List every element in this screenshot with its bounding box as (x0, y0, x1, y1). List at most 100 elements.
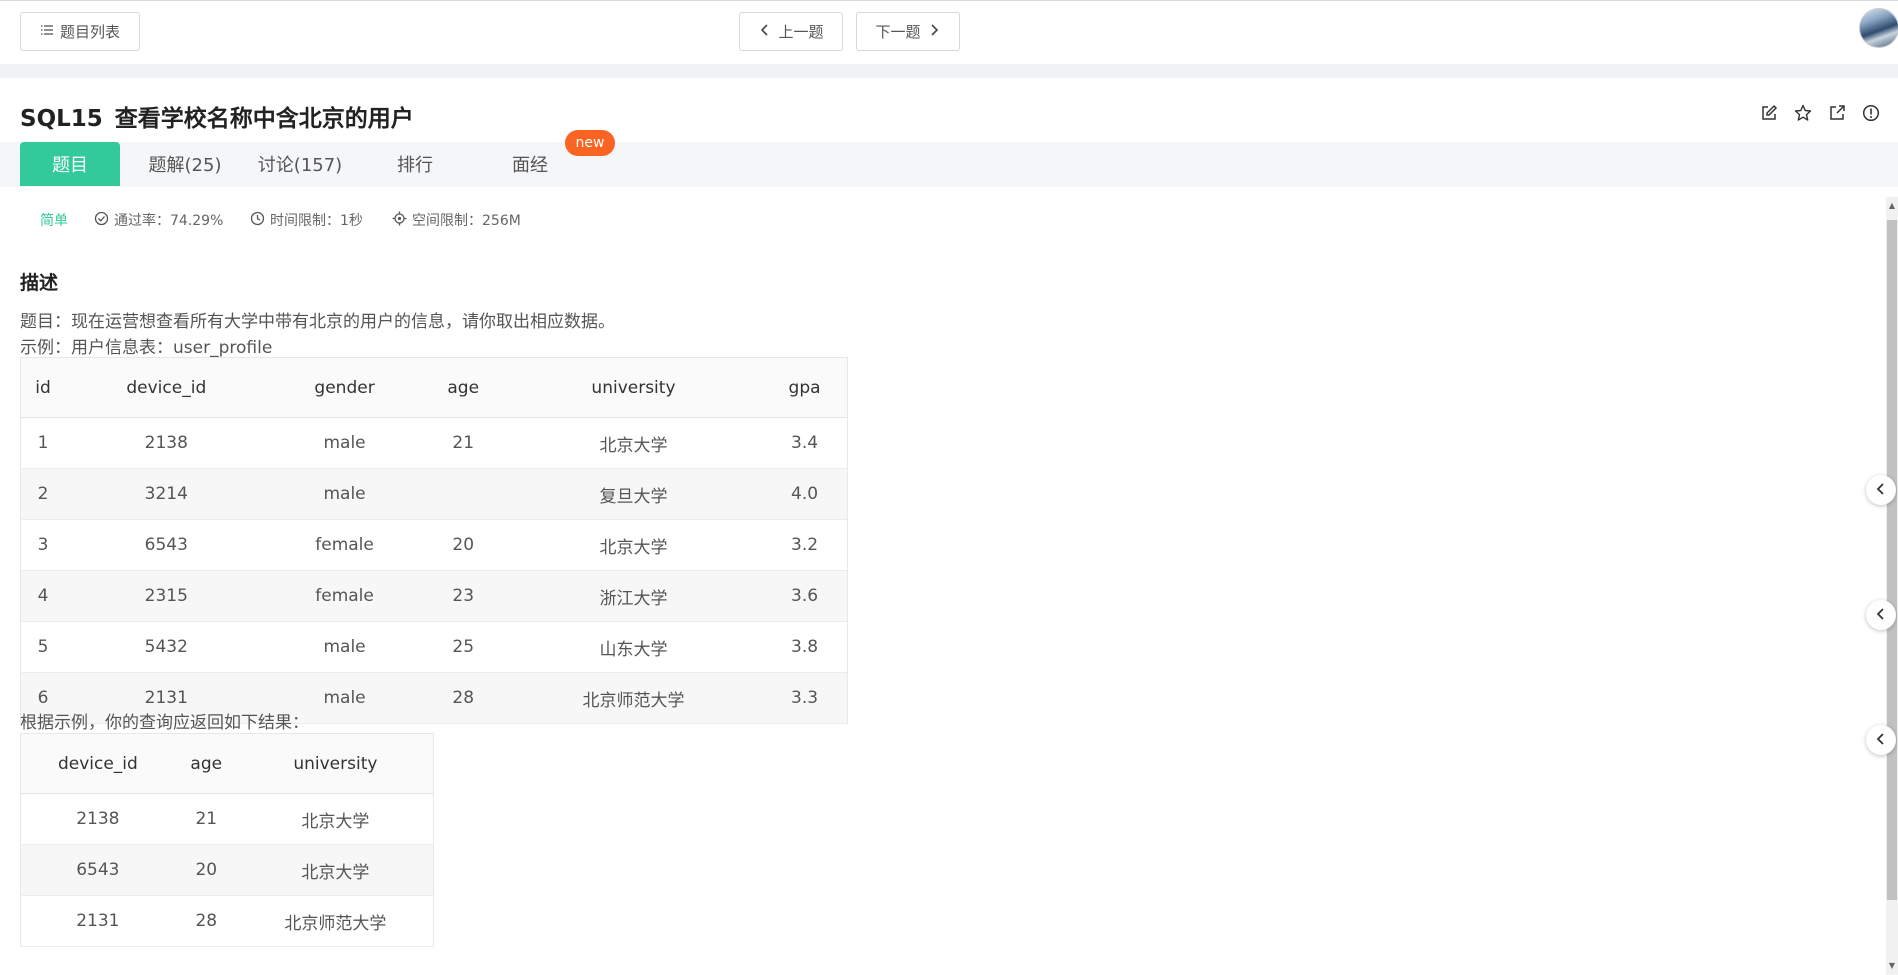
table-row: 4 2315 female 23 浙江大学 3.6 (20, 570, 848, 622)
user-avatar[interactable] (1859, 8, 1898, 48)
table-cell: 2131 (20, 895, 175, 947)
table-cell: male (267, 468, 422, 520)
scroll-up-arrow[interactable]: ▲ (1886, 200, 1898, 212)
tab-problem[interactable]: 题目 (20, 142, 120, 186)
table-cell: 3.8 (762, 621, 848, 673)
star-icon[interactable] (1794, 104, 1812, 122)
tab-discussion[interactable]: 讨论(157) (250, 142, 350, 186)
prev-problem-button[interactable]: 上一题 (739, 12, 843, 51)
table-cell: 2138 (65, 417, 268, 469)
table-cell: male (267, 417, 422, 469)
tab-problem-label: 题目 (52, 155, 88, 176)
table-cell (421, 468, 505, 520)
description-heading: 描述 (20, 272, 59, 294)
table-row: 5 5432 male 25 山东大学 3.8 (20, 621, 848, 673)
table-cell: 3.4 (762, 417, 848, 469)
memory-limit-label: 空间限制：256M (412, 213, 521, 229)
table-cell: 3214 (65, 468, 268, 520)
chevron-left-icon (1874, 731, 1888, 750)
tab-interview-label: 面经 (512, 155, 548, 176)
table-header-row: device_id age university (20, 733, 434, 794)
column-header: university (504, 357, 763, 418)
scrollbar-thumb[interactable] (1887, 220, 1897, 900)
problem-list-button[interactable]: 题目列表 (20, 12, 140, 51)
table-cell: 2315 (65, 570, 268, 622)
table-cell: 1 (20, 417, 66, 469)
next-problem-button[interactable]: 下一题 (856, 12, 960, 51)
problem-title: SQL15 查看学校名称中含北京的用户 (20, 99, 414, 133)
table-cell: 25 (421, 621, 505, 673)
table-cell: 28 (174, 895, 238, 947)
problem-list-label: 题目列表 (59, 23, 120, 41)
column-header: age (174, 733, 238, 794)
table-row: 2138 21 北京大学 (20, 793, 434, 845)
table-cell: 3.6 (762, 570, 848, 622)
list-icon (40, 23, 54, 41)
difficulty-tag: 简单 (40, 210, 68, 230)
tab-ranking[interactable]: 排行 (365, 142, 465, 186)
result-intro: 根据示例，你的查询应返回如下结果： (20, 713, 309, 733)
table-cell: 20 (174, 844, 238, 896)
table-cell: 28 (421, 672, 505, 724)
table-cell: 21 (421, 417, 505, 469)
table-cell: 北京大学 (237, 793, 434, 845)
info-icon[interactable] (1862, 104, 1880, 122)
example-table: id device_id gender age university gpa 1… (20, 357, 848, 724)
column-header: id (20, 357, 66, 418)
table-cell: 2138 (20, 793, 175, 845)
scroll-down-arrow[interactable]: ▼ (1886, 960, 1898, 972)
chevron-left-icon (758, 23, 772, 41)
prev-problem-label: 上一题 (778, 23, 824, 41)
table-cell: 浙江大学 (504, 570, 763, 622)
chevron-left-icon (1874, 481, 1888, 500)
tab-interview[interactable]: 面经 (480, 142, 580, 186)
problem-title-text: 查看学校名称中含北京的用户 (114, 106, 414, 132)
table-cell: 20 (421, 519, 505, 571)
collapse-panel-toggle-1[interactable] (1866, 475, 1896, 505)
table-cell: 21 (174, 793, 238, 845)
table-cell: 2 (20, 468, 66, 520)
table-row: 1 2138 male 21 北京大学 3.4 (20, 417, 848, 469)
topbar-divider (0, 64, 1898, 78)
table-cell: 6543 (65, 519, 268, 571)
table-cell: 北京师范大学 (237, 895, 434, 947)
table-row: 6543 20 北京大学 (20, 844, 434, 896)
collapse-panel-toggle-3[interactable] (1866, 725, 1896, 755)
tab-solutions[interactable]: 题解(25) (135, 142, 235, 186)
memory-limit: 空间限制：256M (392, 210, 521, 230)
table-cell: male (267, 621, 422, 673)
column-header: age (421, 357, 505, 418)
table-cell: 北京大学 (237, 844, 434, 896)
clock-icon (250, 211, 265, 230)
table-cell: 北京大学 (504, 519, 763, 571)
difficulty-label: 简单 (40, 213, 68, 229)
table-cell: 6543 (20, 844, 175, 896)
column-header: gpa (762, 357, 848, 418)
check-circle-icon (94, 211, 109, 230)
table-row: 2 3214 male 复旦大学 4.0 (20, 468, 848, 520)
pass-rate-label: 通过率：74.29% (114, 213, 224, 229)
table-cell: female (267, 570, 422, 622)
column-header: gender (267, 357, 422, 418)
table-cell: 5 (20, 621, 66, 673)
table-header-row: id device_id gender age university gpa (20, 357, 848, 418)
chevron-left-icon (1874, 606, 1888, 625)
column-header: device_id (20, 733, 175, 794)
next-problem-label: 下一题 (875, 23, 921, 41)
table-cell: 3.2 (762, 519, 848, 571)
collapse-panel-toggle-2[interactable] (1866, 600, 1896, 630)
tab-ranking-label: 排行 (397, 155, 433, 176)
problem-toolbar (1760, 104, 1880, 122)
result-table: device_id age university 2138 21 北京大学 65… (20, 733, 434, 947)
memory-icon (392, 211, 407, 230)
column-header: device_id (65, 357, 268, 418)
share-icon[interactable] (1828, 104, 1846, 122)
tab-solutions-label: 题解(25) (148, 155, 222, 176)
new-badge: new (565, 130, 615, 156)
edit-icon[interactable] (1760, 104, 1778, 122)
table-cell: female (267, 519, 422, 571)
time-limit-label: 时间限制：1秒 (270, 213, 363, 229)
table-cell: 复旦大学 (504, 468, 763, 520)
table-cell: 3 (20, 519, 66, 571)
table-row: 3 6543 female 20 北京大学 3.2 (20, 519, 848, 571)
